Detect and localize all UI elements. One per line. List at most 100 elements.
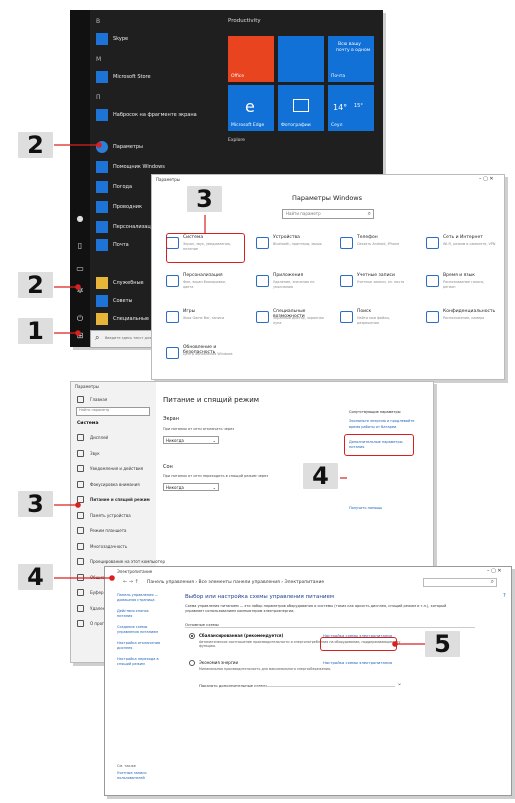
sidebar-item[interactable]: Многозадачность — [77, 542, 127, 550]
plan-desc: Минимальная производительность для макси… — [199, 667, 332, 671]
app-snip[interactable]: Набросок на фрагменте экрана — [96, 108, 197, 122]
snip-icon — [96, 109, 108, 121]
window-title: Параметры — [156, 177, 180, 182]
app-settings[interactable]: Параметры — [96, 140, 143, 154]
settings-item-title: Сеть и Интернет — [443, 235, 483, 240]
settings-item[interactable]: Учетные записи Учетные записи, эл. почта — [340, 273, 410, 303]
app-tools[interactable]: Служебные — [96, 276, 144, 290]
app-tips[interactable]: Советы — [96, 294, 132, 308]
cp-side-link[interactable]: Панель управления — домашняя страница — [117, 593, 161, 602]
back-forward-icons[interactable]: ← → ↑ — [123, 579, 139, 585]
settings-item-title: Телефон — [357, 235, 378, 240]
related-link[interactable]: Экономьте энергию и продлевайте — [349, 419, 414, 423]
window-controls[interactable]: – ▢ ✕ — [487, 568, 502, 574]
power-search-input[interactable]: Найти параметр — [76, 407, 150, 416]
sidebar-item[interactable]: Режим планшета — [77, 527, 127, 534]
settings-item-title: Устройства — [273, 235, 300, 240]
settings-item-icon — [166, 311, 179, 323]
sidebar-item[interactable]: Проецирование на этот компьютер — [77, 558, 165, 565]
sleep-text: При питании от сети переходить в спящий … — [163, 474, 269, 478]
app-store[interactable]: Microsoft Store — [96, 70, 151, 84]
tile-photos[interactable]: Фотографии — [278, 85, 324, 131]
page-title: Выбор или настройка схемы управления пит… — [185, 594, 335, 600]
help-link[interactable]: Получить помощь — [349, 506, 382, 510]
help-icon[interactable]: ? — [503, 593, 506, 599]
page-title: Питание и спящий режим — [163, 396, 260, 404]
nav-icon — [77, 480, 84, 488]
app-skype[interactable]: Skype — [96, 32, 128, 46]
tile-text: почту в одном — [336, 48, 371, 53]
app-mail[interactable]: Почта — [96, 238, 129, 252]
tile-edge[interactable]: e Microsoft Edge — [228, 85, 274, 131]
tile-apps[interactable] — [278, 36, 324, 82]
settings-item[interactable]: Специальные возможности Экранный диктор, … — [256, 309, 326, 339]
screen-timeout-select[interactable]: Никогда ⌄ — [163, 436, 219, 444]
app-assistant[interactable]: Помощник Windows — [96, 160, 165, 174]
tile-mail[interactable]: Всю вашу почту в одном Почта — [328, 36, 374, 82]
explorer-icon — [96, 201, 108, 213]
app-special[interactable]: Специальные — [96, 312, 149, 326]
divider — [255, 686, 395, 687]
cp-search-input[interactable]: ⌕ — [423, 578, 497, 587]
settings-item[interactable]: Время и язык Распознавание голоса, регион — [426, 273, 496, 303]
tile-label: Office — [231, 74, 245, 79]
sidebar-item[interactable]: Звук — [77, 449, 100, 457]
home-link[interactable]: Главная — [77, 396, 107, 403]
window-controls[interactable]: – ▢ ✕ — [479, 176, 494, 182]
breadcrumb[interactable]: Панель управления › Все элементы панели … — [147, 580, 324, 585]
settings-item-desc: Учетные записи, эл. почта — [357, 280, 405, 284]
settings-search-input[interactable]: Найти параметр ⌕ — [282, 209, 374, 219]
settings-item[interactable]: Устройства Bluetooth, принтеры, мышь — [256, 235, 326, 265]
sidebar-item[interactable]: Дисплей — [77, 434, 108, 441]
app-personalization[interactable]: Персонализация — [96, 220, 157, 234]
app-label: Почта — [113, 242, 129, 248]
settings-item-icon — [166, 275, 179, 287]
plan-saver-radio[interactable] — [189, 660, 195, 666]
settings-item[interactable]: Обновление и безопасность Центр обновлени… — [166, 345, 236, 375]
settings-rail-icon[interactable]: ✲ — [75, 287, 85, 295]
nav-label: Главная — [90, 397, 108, 402]
taskbar-search[interactable]: ⌕ Введите здесь текст для поиска — [90, 330, 159, 348]
tile-label: Почта — [331, 74, 346, 79]
settings-item-icon — [340, 275, 353, 287]
photos-icon — [293, 99, 309, 112]
user-icon[interactable]: ● — [75, 215, 85, 223]
settings-item[interactable]: Приложения Удаление, значения по умолчани… — [256, 273, 326, 303]
settings-item[interactable]: Конфиденциальность Расположение, камера — [426, 309, 496, 339]
app-label: Набросок на фрагменте экрана — [113, 112, 197, 118]
app-explorer[interactable]: Проводник — [96, 200, 142, 214]
settings-item[interactable]: Поиск Найти мои файлы, разрешения — [340, 309, 410, 339]
settings-item[interactable]: Игры Xbox Game Bar, записи — [166, 309, 236, 339]
sidebar-item[interactable]: Фокусировка внимания — [77, 480, 140, 488]
home-icon — [77, 396, 84, 403]
windows-start-icon[interactable]: ⊞ — [75, 332, 85, 340]
cp-side-link[interactable]: Настройка отключения дисплея — [117, 641, 161, 650]
tile-weather[interactable]: 14° 15° Сеул — [328, 85, 374, 131]
nav-icon — [77, 527, 84, 534]
settings-item-title: Конфиденциальность — [443, 309, 496, 314]
documents-icon[interactable]: ▯ — [75, 242, 85, 250]
pictures-icon[interactable]: ▭ — [75, 265, 85, 273]
sleep-timeout-select[interactable]: Никогда ⌄ — [163, 483, 219, 491]
plan-balanced-radio[interactable] — [189, 633, 195, 639]
sidebar-item[interactable]: Память устройства — [77, 511, 131, 519]
nav-label: Фокусировка внимания — [90, 481, 140, 487]
settings-item-title: Игры — [183, 309, 196, 314]
related-link[interactable]: время работы от батареи — [349, 425, 396, 429]
chevron-down-icon[interactable]: ⌄ — [397, 680, 402, 687]
user-accounts-link[interactable]: Учетные записи пользователей — [117, 771, 155, 780]
app-weather[interactable]: Погода — [96, 180, 132, 194]
tile-office[interactable]: Office — [228, 36, 274, 82]
sidebar-item[interactable]: Питание и спящий режим — [77, 496, 150, 503]
sidebar-item[interactable]: Уведомления и действия — [77, 465, 143, 472]
cp-side-link[interactable]: Настройка перехода в спящий режим — [117, 657, 161, 666]
cp-side-link[interactable]: Действия кнопок питания — [117, 609, 161, 618]
nav-icon — [77, 496, 84, 503]
callout-badge: 1 — [18, 318, 53, 344]
settings-item[interactable]: Персонализация Фон, экран блокировки, цве… — [166, 273, 236, 303]
settings-item[interactable]: Сеть и Интернет Wi-Fi, режим в самолете, … — [426, 235, 496, 265]
plan-settings-link[interactable]: Настройка схемы электропитания — [323, 660, 392, 665]
power-icon[interactable]: ⏻ — [75, 315, 85, 323]
cp-side-link[interactable]: Создание схемы управления питанием — [117, 625, 161, 634]
settings-item[interactable]: Телефон Связать Android, iPhone — [340, 235, 410, 265]
